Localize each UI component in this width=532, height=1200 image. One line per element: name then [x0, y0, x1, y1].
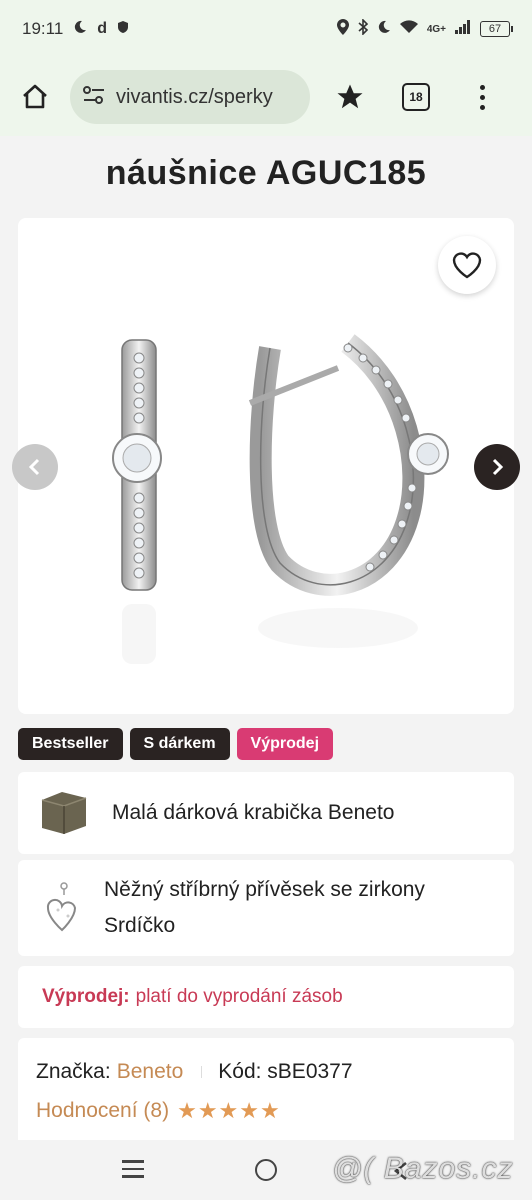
line-icon [122, 1160, 144, 1163]
gift-box-image [41, 792, 87, 834]
star-icon: ★ [218, 1098, 240, 1123]
location-icon [336, 18, 349, 40]
moon-icon [377, 19, 391, 39]
rating-row[interactable]: Hodnocení (8) ★★★★★ [36, 1098, 496, 1124]
recent-apps-button[interactable] [122, 1160, 144, 1183]
site-settings-icon[interactable] [82, 85, 106, 110]
star-icon: ★ [239, 1098, 261, 1123]
star-icon [337, 84, 363, 109]
product-image[interactable] [18, 218, 514, 714]
signal-icon [455, 19, 471, 39]
gift-item-label: Malá dárková krabička Beneto [112, 801, 395, 824]
sale-notice: Výprodej: platí do vyprodání zásob [18, 966, 514, 1028]
dot-icon [479, 84, 485, 90]
product-code: Kód: sBE0377 [218, 1060, 353, 1083]
brand-row: Značka: Beneto Kód: sBE0377 [36, 1060, 496, 1084]
badge-sale: Výprodej [236, 728, 334, 760]
dot-icon [479, 104, 485, 110]
bookmark-button[interactable] [332, 79, 368, 115]
network-label: 4G+ [426, 23, 446, 35]
gift-item[interactable]: Něžný stříbrný přívěsek se zirkony Srdíč… [18, 860, 514, 956]
star-icon: ★ [197, 1098, 219, 1123]
home-nav-button[interactable] [255, 1159, 277, 1181]
home-icon [23, 84, 47, 109]
d-app-icon: d [97, 20, 108, 37]
status-right: 4G+ 67 [336, 17, 513, 40]
rating-label[interactable]: Hodnocení (8) [36, 1099, 169, 1123]
url-text: vivantis.cz/sperky [116, 85, 273, 108]
sale-text: platí do vyprodání zásob [135, 986, 343, 1007]
battery-icon: 67 [480, 21, 513, 37]
badge-bestseller: Bestseller [18, 728, 123, 760]
rating-stars: ★★★★★ [177, 1098, 281, 1124]
tab-count: 18 [409, 90, 423, 104]
chevron-right-icon [492, 458, 504, 476]
star-icon: ★ [260, 1098, 281, 1123]
star-icon: ★ [177, 1098, 198, 1123]
earrings-image [112, 334, 449, 664]
divider [201, 1066, 203, 1078]
sale-label: Výprodej: [42, 986, 130, 1007]
watermark: @( Bazos.cz [332, 1152, 514, 1185]
product-badges: Bestseller S dárkem Výprodej [18, 728, 334, 760]
battery-level: 67 [488, 23, 502, 35]
address-bar[interactable]: vivantis.cz/sperky [70, 70, 310, 124]
more-menu-button[interactable] [472, 79, 492, 115]
brand-link[interactable]: Beneto [117, 1060, 184, 1084]
status-bar: 19:11 d 4G+ 67 [0, 0, 532, 58]
browser-toolbar: vivantis.cz/sperky 18 [0, 58, 532, 136]
favorite-button[interactable] [438, 236, 496, 294]
status-left: 19:11 d [22, 19, 129, 39]
wifi-icon [399, 19, 418, 39]
line-icon [122, 1167, 144, 1170]
line-icon [122, 1175, 144, 1178]
heart-pendant-image [46, 882, 77, 932]
tab-switcher-button[interactable]: 18 [402, 83, 430, 111]
previous-image-button[interactable] [12, 444, 58, 490]
clock: 19:11 [22, 19, 64, 38]
product-title: náušnice AGUC185 [105, 154, 427, 192]
dot-icon [479, 94, 485, 100]
next-image-button[interactable] [474, 444, 520, 490]
product-gallery[interactable] [12, 218, 520, 714]
system-nav-bar: @( Bazos.cz [0, 1140, 532, 1200]
gift-item-label: Něžný stříbrný přívěsek se zirkony Srdíč… [104, 878, 425, 937]
brand-label: Značka: [36, 1060, 111, 1083]
product-info: Značka: Beneto Kód: sBE0377 Hodnocení (8… [18, 1038, 514, 1140]
heart-icon [452, 252, 482, 279]
page-content: náušnice AGUC185 Bestseller S dárkem Výp… [0, 136, 532, 1140]
moon-icon [73, 19, 87, 39]
chevron-left-icon [28, 458, 40, 476]
shield-icon [117, 19, 129, 39]
badge-with-gift: S dárkem [129, 728, 230, 760]
bluetooth-icon [358, 17, 368, 40]
home-button[interactable] [14, 76, 56, 118]
gift-item[interactable]: Malá dárková krabička Beneto [18, 772, 514, 854]
